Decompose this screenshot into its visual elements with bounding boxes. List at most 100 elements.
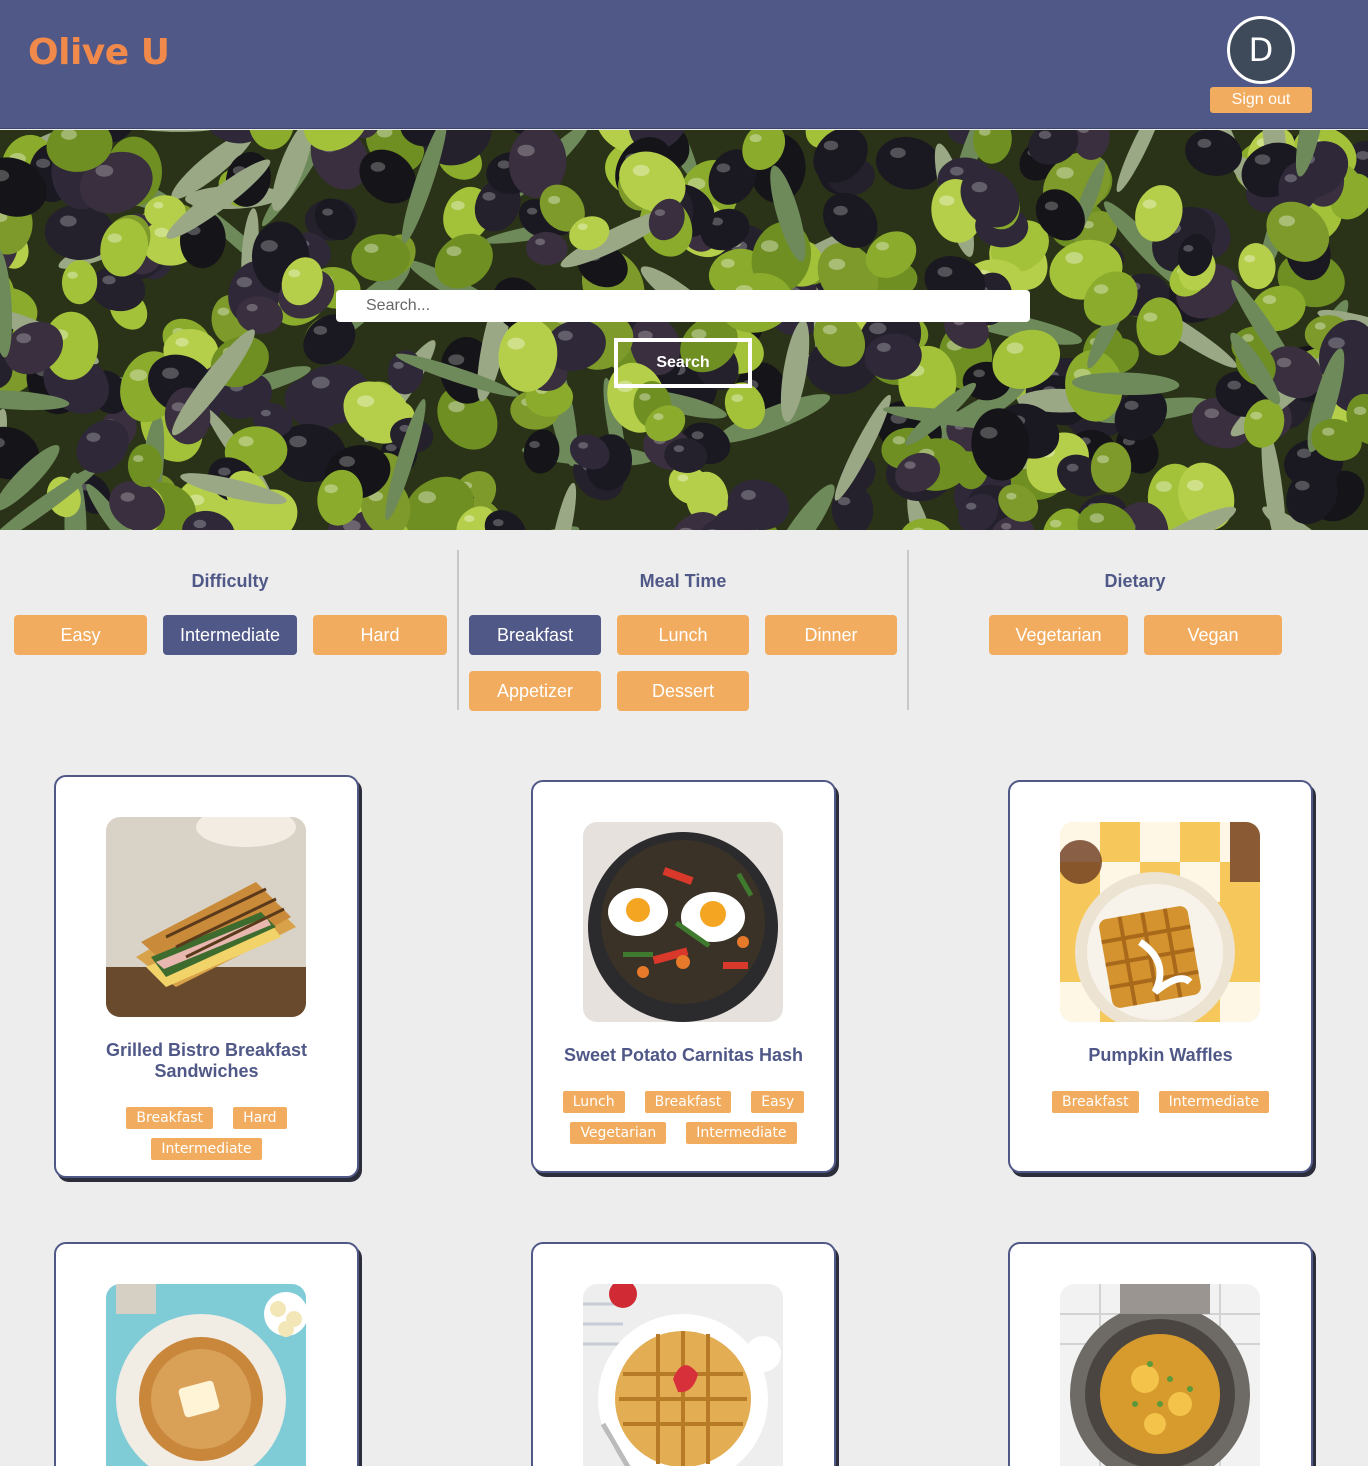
recipe-title[interactable]: Pumpkin Waffles [1020, 1045, 1301, 1066]
hero-banner: Search [0, 130, 1368, 530]
recipe-tag: Intermediate [686, 1122, 797, 1144]
olive-highlight-shape [828, 258, 846, 270]
filter-lunch[interactable]: Lunch [617, 615, 749, 655]
olive-highlight-shape [107, 233, 122, 243]
filter-intermediate[interactable]: Intermediate [163, 615, 297, 655]
recipe-image[interactable] [1060, 1284, 1260, 1466]
olive-highlight-shape [133, 455, 144, 463]
recipe-tag: Breakfast [644, 1091, 732, 1113]
olive-highlight-shape [741, 489, 756, 500]
filter-vegetarian[interactable]: Vegetarian [989, 615, 1128, 655]
filter-dinner[interactable]: Dinner [765, 615, 897, 655]
olive-highlight-shape [1143, 312, 1158, 322]
recipe-title[interactable]: Sweet Potato Carnitas Hash [543, 1045, 824, 1066]
recipe-card[interactable] [54, 1242, 359, 1466]
olive-highlight-shape [1001, 522, 1012, 530]
olive-highlight-shape [731, 394, 744, 403]
olive-highlight-shape [691, 431, 704, 440]
recipe-card[interactable]: Pumpkin Waffles Breakfast Intermediate [1008, 780, 1313, 1173]
olive-highlight-shape [677, 474, 689, 482]
olive-highlight-shape [482, 191, 496, 201]
recipe-card[interactable] [1008, 1242, 1313, 1466]
filter-breakfast[interactable]: Breakfast [469, 615, 601, 655]
recipe-image[interactable] [106, 817, 306, 1017]
olive-highlight-shape [890, 147, 906, 158]
filter-hard[interactable]: Hard [313, 615, 447, 655]
olive-highlight-shape [246, 303, 258, 312]
olive-highlight-shape [822, 324, 837, 335]
olive-highlight-shape [749, 134, 762, 143]
sign-out-button[interactable]: Sign out [1210, 87, 1312, 113]
recipe-card[interactable]: Sweet Potato Carnitas Hash Lunch Breakfa… [531, 780, 836, 1173]
olive-highlight-shape [1284, 174, 1297, 183]
olive-highlight-shape [451, 200, 465, 211]
recipe-tag: Breakfast [1052, 1091, 1139, 1113]
olive-highlight-shape [1006, 342, 1024, 354]
olive-highlight-shape [1093, 284, 1109, 294]
olive-highlight-shape [892, 436, 906, 445]
dietary-title: Dietary [1104, 571, 1166, 591]
olive-highlight-shape [1262, 295, 1277, 305]
olive-highlight-shape [654, 209, 666, 217]
olive-highlight-shape [507, 337, 525, 350]
filter-appetizer[interactable]: Appetizer [469, 671, 601, 711]
user-avatar[interactable]: D [1227, 16, 1295, 84]
olive-highlight-shape [95, 164, 114, 177]
recipe-title[interactable]: Grilled Bistro Breakfast Sandwiches [66, 1040, 347, 1082]
recipe-tag: Lunch [562, 1091, 625, 1113]
olive-highlight-shape [1204, 408, 1220, 419]
olive-highlight-shape [1155, 481, 1172, 492]
olive-highlight-shape [1056, 167, 1074, 179]
olive-highlight-shape [529, 440, 540, 449]
olive-highlight-shape [1353, 406, 1367, 415]
olive-highlight-shape [1049, 519, 1062, 528]
olive-highlight-shape [59, 215, 77, 227]
olive-highlight-shape [1044, 201, 1059, 211]
recipe-image[interactable] [583, 822, 783, 1022]
olive-highlight-shape [218, 467, 231, 476]
recipe-image[interactable] [1060, 822, 1260, 1022]
olive-highlight-shape [535, 238, 546, 246]
olive-highlight-shape [760, 240, 779, 252]
olive-highlight-shape [67, 271, 78, 279]
recipe-image[interactable] [106, 1284, 306, 1466]
site-logo[interactable]: Olive U [28, 32, 170, 73]
filter-dessert[interactable]: Dessert [617, 671, 749, 711]
search-input[interactable] [336, 290, 1030, 322]
olive-highlight-shape [980, 427, 998, 439]
filter-divider [907, 550, 909, 710]
olive-highlight-shape [876, 241, 889, 251]
meal-time-title: Meal Time [639, 571, 727, 591]
recipe-card[interactable]: Grilled Bistro Breakfast Sandwiches Brea… [54, 775, 359, 1178]
olive-highlight-shape [673, 445, 685, 453]
search-button[interactable]: Search [614, 338, 752, 388]
olive-highlight-shape [446, 246, 462, 257]
olive-highlight-shape [448, 354, 465, 366]
recipe-tags: Lunch Breakfast Easy Vegetarian Intermed… [543, 1091, 824, 1144]
recipe-tags: Breakfast Intermediate [1020, 1091, 1301, 1113]
difficulty-title: Difficulty [191, 571, 269, 591]
olive-highlight-shape [869, 322, 887, 335]
recipe-card[interactable] [531, 1242, 836, 1466]
olive-highlight-shape [120, 492, 135, 502]
olive-highlight-shape [639, 393, 651, 401]
olive-highlight-shape [653, 413, 664, 421]
olive-highlight-shape [526, 207, 538, 215]
olive-background-image [0, 130, 1368, 530]
olive-highlight-shape [193, 519, 207, 529]
olive-highlight-shape [577, 223, 588, 230]
olive-highlight-shape [1065, 252, 1084, 264]
filter-easy[interactable]: Easy [14, 615, 147, 655]
olive-highlight-shape [313, 325, 328, 335]
olive-highlight-shape [1038, 130, 1052, 139]
olive-highlight-shape [1328, 337, 1345, 349]
olive-highlight-shape [322, 208, 334, 216]
olive-highlight-shape [517, 144, 535, 157]
recipe-image[interactable] [583, 1284, 783, 1466]
olive-highlight-shape [965, 502, 977, 510]
olive-highlight-shape [1142, 199, 1157, 209]
recipe-tag: Easy [751, 1091, 805, 1113]
filter-vegan[interactable]: Vegan [1144, 615, 1282, 655]
olive-highlight-shape [557, 330, 573, 341]
olive-highlight-shape [1227, 380, 1241, 390]
